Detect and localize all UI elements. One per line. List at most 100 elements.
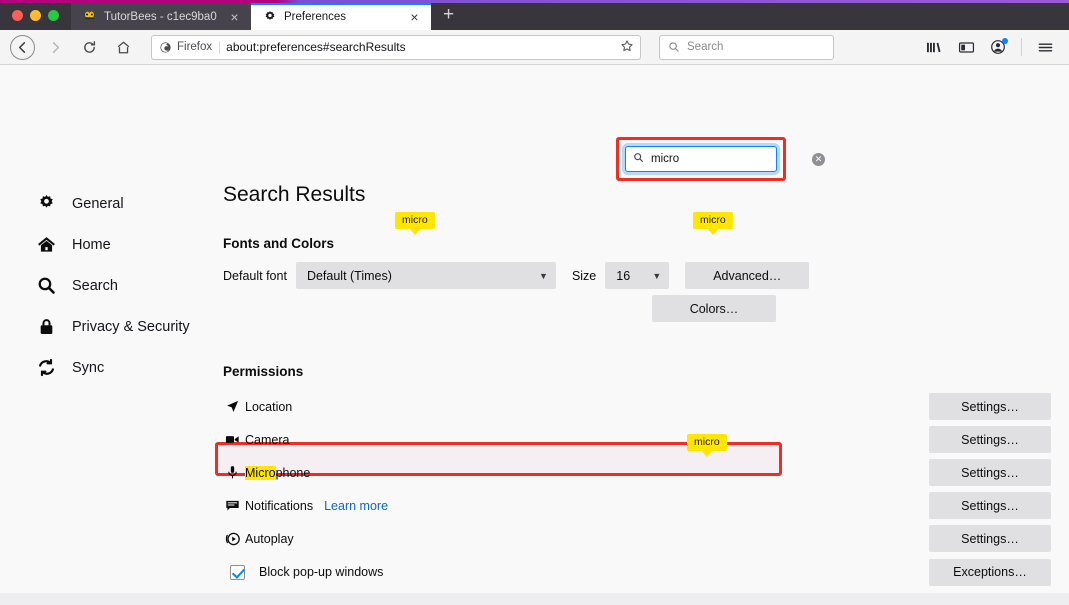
permission-label-rest: phone: [276, 466, 311, 480]
location-settings-button[interactable]: Settings…: [929, 393, 1051, 420]
toolbar-search-placeholder: Search: [687, 41, 723, 53]
forward-button[interactable]: [41, 34, 69, 60]
menu-icon[interactable]: [1031, 34, 1059, 60]
identity-badge[interactable]: Firefox: [159, 41, 220, 54]
block-popups-exceptions-button[interactable]: Exceptions…: [929, 559, 1051, 586]
sidebar-item-home[interactable]: Home: [0, 224, 205, 265]
sidebar-item-label: General: [72, 196, 124, 212]
permissions-section: Permissions micro Location Settings…: [223, 364, 1051, 605]
colors-row: Colors…: [223, 295, 1051, 322]
gear-icon: [262, 9, 277, 24]
permission-row-microphone: Microphone Settings…: [223, 456, 1051, 489]
permission-row-camera: Camera Settings…: [223, 423, 1051, 456]
permission-label: Notifications: [245, 499, 313, 513]
tab-strip: TutorBees - c1ec9ba0 × Preferences × +: [0, 0, 1069, 30]
microphone-icon: [223, 465, 245, 480]
sidebar-item-label: Search: [72, 278, 118, 294]
toolbar-actions: [920, 34, 1059, 60]
minimize-window-button[interactable]: [30, 10, 41, 21]
close-window-button[interactable]: [12, 10, 23, 21]
sidebar-icon[interactable]: [952, 34, 980, 60]
account-icon[interactable]: [984, 34, 1012, 60]
firefox-icon: [159, 41, 172, 54]
search-input[interactable]: [651, 153, 805, 165]
search-icon: [36, 276, 56, 296]
main-content: Search Results Fonts and Colors micro mi…: [223, 183, 1051, 605]
clear-search-icon[interactable]: ✕: [812, 153, 825, 166]
notifications-learn-more-link[interactable]: Learn more: [324, 499, 388, 513]
maximize-window-button[interactable]: [48, 10, 59, 21]
tooltip-micro-advanced: micro: [693, 212, 733, 229]
section-heading-permissions: Permissions: [223, 364, 1051, 379]
tooltip-micro-microphone: micro: [687, 434, 727, 451]
location-icon: [223, 399, 245, 414]
lock-icon: [36, 317, 56, 337]
bookmark-star-icon[interactable]: [620, 39, 634, 56]
close-icon[interactable]: ×: [227, 10, 242, 24]
block-popups-checkbox[interactable]: [230, 565, 245, 580]
identity-label: Firefox: [177, 41, 212, 53]
tab-title: TutorBees - c1ec9ba0: [104, 11, 220, 23]
tutorbees-icon: [82, 9, 97, 24]
permission-row-location: Location Settings…: [223, 390, 1051, 423]
preferences-sidebar: General Home Search Privacy & Security: [0, 183, 205, 388]
page-title: Search Results: [223, 183, 1051, 207]
camera-settings-button[interactable]: Settings…: [929, 426, 1051, 453]
tab-title: Preferences: [284, 11, 400, 23]
fonts-and-colors-section: Fonts and Colors micro micro Default fon…: [223, 236, 1051, 322]
browser-window: TutorBees - c1ec9ba0 × Preferences × +: [0, 0, 1069, 605]
sidebar-item-privacy-security[interactable]: Privacy & Security: [0, 306, 205, 347]
notifications-icon: [223, 498, 245, 513]
notifications-settings-button[interactable]: Settings…: [929, 492, 1051, 519]
back-button[interactable]: [10, 35, 35, 60]
permission-row-notifications: Notifications Learn more Settings…: [223, 489, 1051, 522]
close-icon[interactable]: ×: [407, 10, 422, 24]
library-icon[interactable]: [920, 34, 948, 60]
search-icon: [633, 152, 644, 166]
sidebar-item-label: Privacy & Security: [72, 319, 190, 335]
tab-tutorbees[interactable]: TutorBees - c1ec9ba0 ×: [71, 3, 251, 30]
default-font-select[interactable]: Default (Times) ▼: [296, 262, 556, 289]
default-font-row: Default font Default (Times) ▼ Size 16 ▼…: [223, 262, 1051, 289]
colors-button[interactable]: Colors…: [652, 295, 776, 322]
account-badge-dot: [1002, 38, 1008, 44]
url-bar[interactable]: Firefox about:preferences#searchResults: [151, 35, 641, 60]
new-tab-button[interactable]: +: [431, 5, 466, 30]
permission-label: Camera: [245, 433, 289, 447]
section-heading-fonts: Fonts and Colors: [223, 236, 1051, 251]
default-font-label: Default font: [223, 269, 287, 283]
microphone-settings-button[interactable]: Settings…: [929, 459, 1051, 486]
sidebar-item-label: Sync: [72, 360, 104, 376]
toolbar-divider: [1021, 38, 1022, 56]
camera-icon: [223, 432, 245, 447]
advanced-button[interactable]: Advanced…: [685, 262, 809, 289]
page-bottom-band: [0, 593, 1069, 605]
search-icon: [668, 41, 680, 53]
font-size-label: Size: [572, 269, 596, 283]
reload-button[interactable]: [75, 34, 103, 60]
home-icon: [36, 235, 56, 255]
tab-preferences[interactable]: Preferences ×: [251, 3, 431, 30]
autoplay-icon: [223, 531, 245, 547]
preferences-search-area: ✕: [616, 137, 786, 181]
sidebar-item-search[interactable]: Search: [0, 265, 205, 306]
home-button[interactable]: [109, 34, 137, 60]
sidebar-item-sync[interactable]: Sync: [0, 347, 205, 388]
sidebar-item-general[interactable]: General: [0, 183, 205, 224]
default-font-value: Default (Times): [307, 269, 392, 283]
chevron-down-icon: ▼: [529, 271, 548, 281]
font-size-value: 16: [616, 269, 630, 283]
toolbar-search-input[interactable]: Search: [659, 35, 834, 60]
permission-label: Microphone: [245, 466, 310, 480]
search-match-highlight: Micro: [245, 466, 276, 480]
permission-row-autoplay: Autoplay Settings…: [223, 522, 1051, 555]
window-controls: [0, 10, 71, 30]
permission-label: Autoplay: [245, 532, 294, 546]
url-text: about:preferences#searchResults: [226, 40, 614, 54]
preferences-search-box[interactable]: ✕: [625, 146, 777, 172]
font-size-select[interactable]: 16 ▼: [605, 262, 669, 289]
checkbox-label: Block pop-up windows: [259, 565, 383, 579]
navigation-toolbar: Firefox about:preferences#searchResults …: [0, 30, 1069, 65]
gear-icon: [36, 194, 56, 214]
autoplay-settings-button[interactable]: Settings…: [929, 525, 1051, 552]
